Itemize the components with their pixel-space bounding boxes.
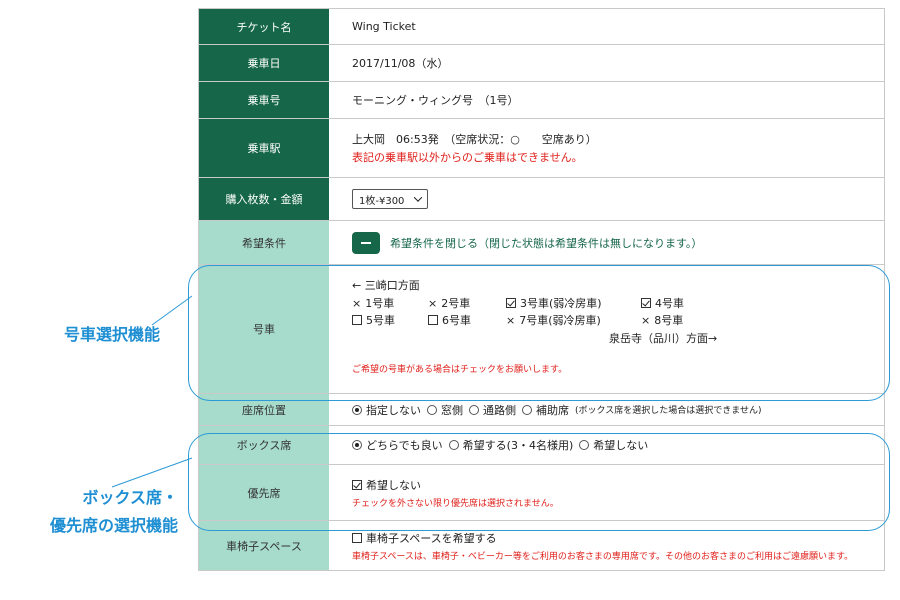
- box-priority-callout-line2: 優先席の選択機能: [49, 516, 178, 535]
- ticket-form-table: チケット名 Wing Ticket 乗車日 2017/11/08（水） 乗車号 …: [198, 8, 885, 571]
- quantity-label: 購入枚数・金額: [199, 178, 329, 220]
- collapse-preferences-button[interactable]: [352, 231, 380, 254]
- wheelchair-note: 車椅子スペースは、車椅子・ベビーカー等をご利用のお客さまの専用席です。その他のお…: [352, 551, 854, 562]
- ticket-name-label: チケット名: [199, 9, 329, 44]
- callout-line-box: [111, 457, 193, 488]
- seat-position-note: (ボックス席を選択した場合は選択できません): [575, 406, 762, 416]
- preference-label: 希望条件: [199, 221, 329, 264]
- row-box-seat: ボックス席 どちらでも良い 希望する(3・4名様用) 希望しない: [199, 426, 884, 465]
- radio-option-label: どちらでも良い: [366, 439, 443, 452]
- box-seat-radio-group: どちらでも良い 希望する(3・4名様用) 希望しない: [352, 437, 884, 453]
- quantity-selected-value: 1枚-¥300: [359, 195, 405, 207]
- car-option-label: 1号車: [365, 297, 395, 310]
- radio-option-label: 窓側: [441, 403, 463, 417]
- car-option-label: 7号車(弱冷房車): [519, 314, 601, 327]
- radio-option[interactable]: 希望しない: [579, 437, 648, 453]
- row-quantity: 購入枚数・金額 1枚-¥300: [199, 178, 884, 221]
- wheelchair-label: 車椅子スペース: [199, 521, 329, 570]
- chevron-down-icon: [413, 193, 423, 202]
- car-option: × 1号車: [352, 295, 428, 311]
- row-seat-position: 座席位置 指定しない 窓側 通路側 補助席 (ボックス席を選択した場合は選択できません): [199, 394, 884, 426]
- radio-button[interactable]: [427, 404, 437, 415]
- car-option-label: 2号車: [441, 297, 471, 310]
- car-checkbox[interactable]: [352, 315, 362, 325]
- radio-button[interactable]: [448, 440, 459, 450]
- radio-option-label: 希望しない: [593, 439, 649, 452]
- row-wheelchair: 車椅子スペース 車椅子スペースを希望する 車椅子スペースは、車椅子・ベビーカー等…: [199, 521, 884, 571]
- radio-option[interactable]: 窓側: [427, 402, 463, 418]
- priority-seat-checkbox[interactable]: [352, 479, 362, 490]
- car-option[interactable]: 4号車: [641, 295, 731, 311]
- radio-button[interactable]: [579, 440, 590, 450]
- box-seat-label: ボックス席: [199, 426, 329, 464]
- radio-option-label: 通路側: [483, 403, 516, 417]
- seat-position-label: 座席位置: [199, 394, 329, 425]
- car-checkbox[interactable]: [641, 298, 651, 308]
- radio-button[interactable]: [352, 440, 362, 450]
- box-priority-callout: ボックス席・ 優先席の選択機能: [5, 484, 178, 540]
- collapse-preferences-text[interactable]: 希望条件を閉じる（閉じた状態は希望条件は無しになります。）: [390, 235, 702, 251]
- car-option[interactable]: 5号車: [352, 312, 428, 328]
- car-option: × 8号車: [641, 312, 731, 328]
- car-checkbox[interactable]: [428, 315, 438, 325]
- row-priority-seat: 優先席 希望しない チェックを外さない限り優先席は選択されません。: [199, 465, 884, 521]
- ticket-name-value: Wing Ticket: [352, 20, 416, 33]
- car-option: × 7号車(弱冷房車): [506, 312, 641, 328]
- radio-option[interactable]: どちらでも良い: [352, 437, 443, 453]
- car-option-label: 6号車: [442, 314, 471, 327]
- car-option-label: 8号車: [654, 314, 684, 327]
- unavailable-icon: ×: [428, 296, 438, 310]
- row-car: 号車 ← 三崎口方面 × 1号車 × 2号車 3号車(弱冷房車) 4号車 5号車 6号車 × 7号…: [199, 265, 884, 394]
- row-preference: 希望条件 希望条件を閉じる（閉じた状態は希望条件は無しになります。）: [199, 221, 884, 265]
- car-option-label: 4号車: [655, 297, 684, 310]
- radio-option-label: 補助席: [536, 403, 569, 417]
- car-option-label: 3号車(弱冷房車): [520, 297, 602, 310]
- radio-option[interactable]: 補助席: [522, 402, 569, 418]
- row-ticket-name: チケット名 Wing Ticket: [199, 9, 884, 45]
- priority-seat-checkbox-label[interactable]: 希望しない: [366, 477, 421, 493]
- car-option[interactable]: 6号車: [428, 312, 506, 328]
- minus-icon: [361, 241, 371, 244]
- unavailable-icon: ×: [352, 296, 362, 310]
- unavailable-icon: ×: [506, 313, 516, 327]
- station-label: 乗車駅: [199, 119, 329, 177]
- car-note: ご希望の号車がある場合はチェックをお願いします。: [352, 365, 568, 375]
- car-option: × 2号車: [428, 295, 506, 311]
- car-direction-left: ← 三崎口方面: [352, 279, 420, 292]
- boarding-date-value: 2017/11/08（水）: [352, 57, 449, 70]
- unavailable-icon: ×: [641, 313, 651, 327]
- wheelchair-checkbox-label[interactable]: 車椅子スペースを希望する: [366, 530, 497, 546]
- radio-button[interactable]: [469, 404, 479, 415]
- train-value: モーニング・ウィング号 （1号）: [352, 94, 519, 107]
- box-priority-callout-line1: ボックス席・: [82, 488, 178, 507]
- station-value: 上大岡 06:53発 （空席状況：○ 空席あり）: [352, 133, 597, 146]
- radio-button[interactable]: [522, 404, 532, 415]
- train-label: 乗車号: [199, 82, 329, 118]
- radio-option-label: 指定しない: [366, 403, 421, 417]
- seat-position-radio-group: 指定しない 窓側 通路側 補助席 (ボックス席を選択した場合は選択できません): [352, 402, 884, 418]
- car-direction-right: 泉岳寺（品川）方面→: [609, 332, 718, 345]
- car-selection-callout: 号車選択機能: [63, 325, 160, 344]
- car-label: 号車: [199, 265, 329, 393]
- car-option[interactable]: 3号車(弱冷房車): [506, 295, 641, 311]
- wheelchair-checkbox[interactable]: [352, 532, 362, 543]
- radio-option[interactable]: 通路側: [469, 402, 516, 418]
- station-note: 表記の乗車駅以外からのご乗車はできません。: [352, 151, 583, 164]
- radio-option-label: 希望する(3・4名様用): [462, 439, 574, 452]
- radio-option[interactable]: 希望する(3・4名様用): [448, 437, 574, 453]
- radio-button[interactable]: [352, 404, 362, 415]
- priority-seat-label: 優先席: [199, 465, 329, 520]
- radio-option[interactable]: 指定しない: [352, 402, 421, 418]
- priority-seat-note: チェックを外さない限り優先席は選択されません。: [352, 498, 559, 509]
- row-boarding-date: 乗車日 2017/11/08（水）: [199, 45, 884, 82]
- row-train: 乗車号 モーニング・ウィング号 （1号）: [199, 82, 884, 119]
- quantity-select[interactable]: 1枚-¥300: [352, 189, 428, 209]
- car-option-label: 5号車: [366, 314, 395, 327]
- row-station: 乗車駅 上大岡 06:53発 （空席状況：○ 空席あり） 表記の乗車駅以外からの…: [199, 119, 884, 178]
- car-checkbox[interactable]: [506, 298, 516, 308]
- car-checkbox-grid: × 1号車 × 2号車 3号車(弱冷房車) 4号車 5号車 6号車 × 7号車(弱冷房車) × 8号車: [352, 295, 884, 328]
- boarding-date-label: 乗車日: [199, 45, 329, 81]
